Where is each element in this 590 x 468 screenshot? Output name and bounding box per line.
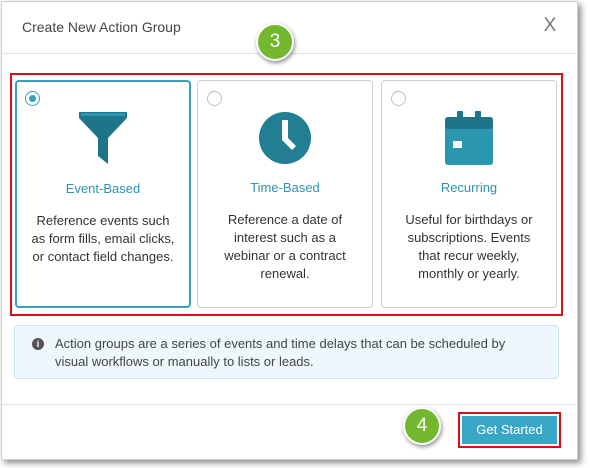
info-message: i Action groups are a series of events a… [14, 325, 559, 379]
radio-event-based[interactable] [25, 91, 40, 106]
footer-divider [2, 404, 577, 405]
clock-icon [259, 112, 311, 164]
info-icon: i [32, 338, 44, 350]
dialog-title: Create New Action Group [22, 19, 181, 35]
info-text: Action groups are a series of events and… [55, 336, 506, 369]
close-icon[interactable]: X [539, 15, 561, 37]
card-time-based[interactable]: Time-Based Reference a date of interest … [197, 80, 373, 308]
card-description: Reference events such as form fills, ema… [31, 213, 175, 264]
card-recurring[interactable]: Recurring Useful for birthdays or subscr… [381, 80, 557, 308]
step-4-badge: 4 [403, 407, 441, 445]
get-started-button[interactable]: Get Started [462, 416, 557, 444]
create-action-group-dialog: Create New Action Group X Event-Based Re… [1, 1, 578, 460]
card-title: Recurring [440, 180, 498, 195]
card-title: Time-Based [250, 180, 320, 195]
calendar-icon [445, 111, 493, 165]
funnel-icon [79, 112, 127, 164]
card-title: Event-Based [65, 181, 141, 196]
radio-recurring[interactable] [391, 91, 406, 106]
card-description: Useful for birthdays or subscriptions. E… [405, 212, 533, 281]
card-event-based[interactable]: Event-Based Reference events such as for… [15, 80, 191, 308]
step-3-badge: 3 [256, 23, 294, 61]
radio-time-based[interactable] [207, 91, 222, 106]
card-description: Reference a date of interest such as a w… [224, 212, 346, 281]
